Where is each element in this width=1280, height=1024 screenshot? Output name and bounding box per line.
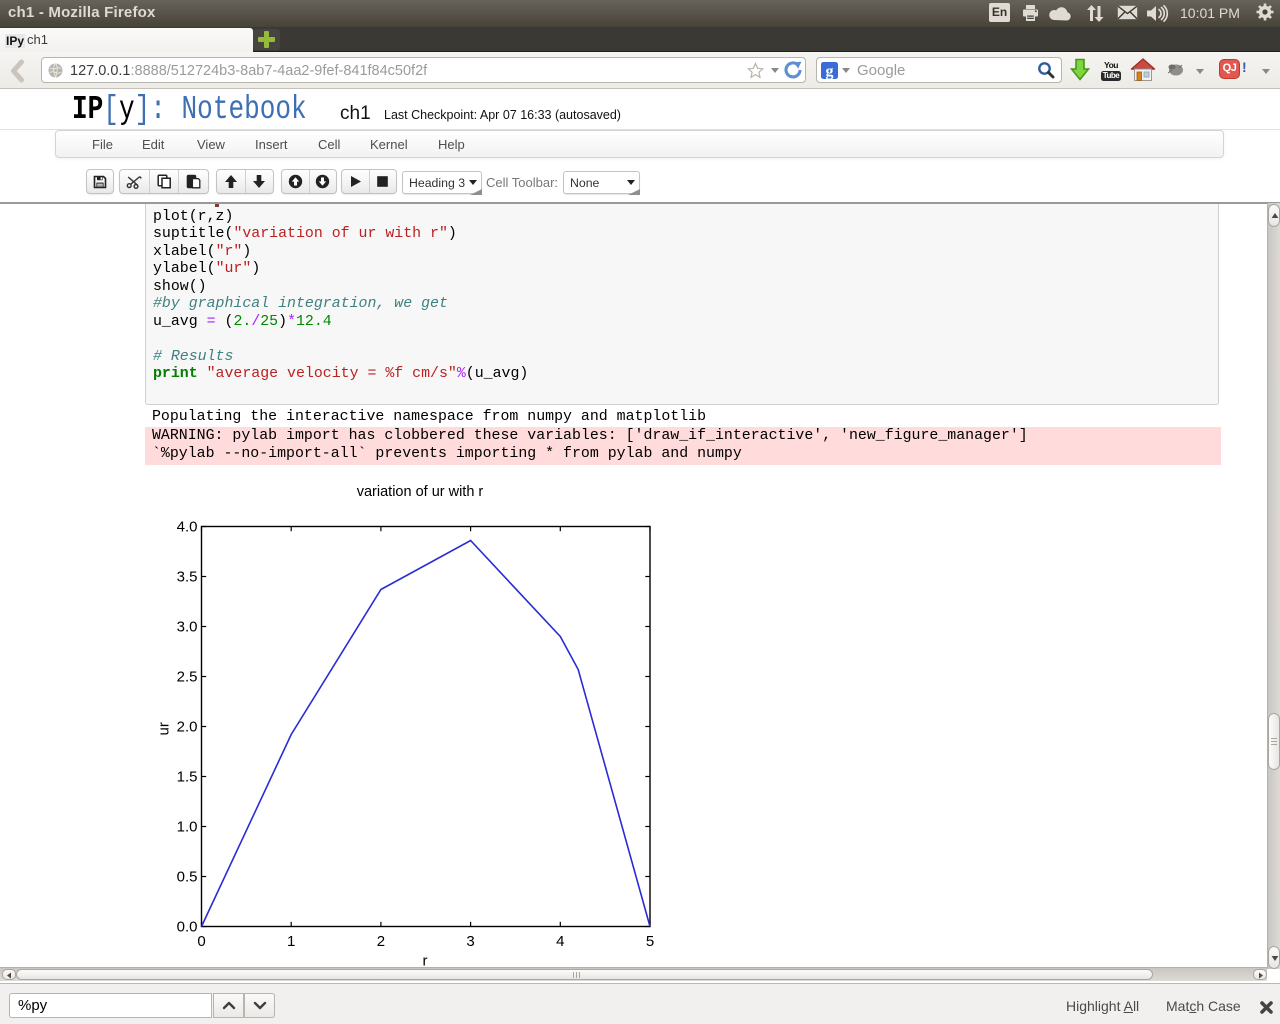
svg-text:1.5: 1.5 — [177, 769, 198, 786]
svg-text:2: 2 — [377, 933, 385, 950]
svg-text:1.0: 1.0 — [177, 819, 198, 836]
svg-text:0.5: 0.5 — [177, 869, 198, 886]
svg-text:4: 4 — [556, 933, 564, 950]
svg-text:5: 5 — [646, 933, 654, 950]
svg-text:2.0: 2.0 — [177, 719, 198, 736]
svg-text:3.5: 3.5 — [177, 569, 198, 586]
svg-text:variation of ur with r: variation of ur with r — [357, 484, 484, 500]
svg-text:4.0: 4.0 — [177, 519, 198, 536]
svg-text:2.5: 2.5 — [177, 669, 198, 686]
svg-text:3.0: 3.0 — [177, 619, 198, 636]
svg-text:1: 1 — [287, 933, 295, 950]
svg-text:ur: ur — [156, 722, 173, 735]
svg-text:g: g — [826, 63, 834, 79]
svg-text:3: 3 — [466, 933, 474, 950]
svg-text:0.0: 0.0 — [177, 919, 198, 936]
svg-text:0: 0 — [197, 933, 205, 950]
